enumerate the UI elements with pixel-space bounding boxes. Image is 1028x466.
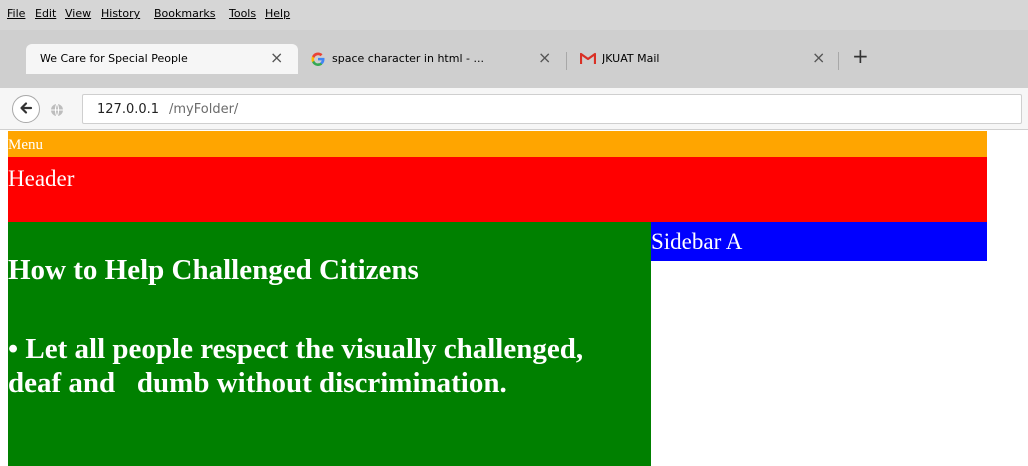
tab-strip: We Care for Special People × space chara… [0, 30, 1028, 88]
page-menu: Menu [8, 131, 987, 157]
tab-divider [838, 52, 839, 70]
site-info-icon[interactable] [50, 102, 64, 121]
gmail-icon [579, 52, 597, 68]
menu-tools[interactable]: Tools [229, 7, 256, 20]
new-tab-button[interactable]: + [852, 46, 869, 66]
tab-we-care[interactable]: We Care for Special People × [26, 44, 298, 74]
menu-edit[interactable]: Edit [35, 7, 56, 20]
google-icon [310, 51, 326, 70]
close-icon[interactable]: × [270, 50, 283, 66]
address-bar[interactable]: 127.0.0.1 /myFolder/ [82, 94, 1022, 124]
browser-menubar: File Edit View History Bookmarks Tools H… [0, 0, 1028, 30]
menu-help[interactable]: Help [265, 7, 290, 20]
tab-divider [566, 52, 567, 70]
menu-history[interactable]: History [101, 7, 140, 20]
tab-jkuat-mail[interactable]: JKUAT Mail × [570, 44, 840, 74]
close-icon[interactable]: × [812, 50, 825, 66]
navigation-bar: 127.0.0.1 /myFolder/ [0, 88, 1028, 130]
tab-title: JKUAT Mail [602, 52, 660, 65]
close-icon[interactable]: × [538, 50, 551, 66]
menu-bookmarks[interactable]: Bookmarks [154, 7, 215, 20]
menu-file[interactable]: File [7, 7, 25, 20]
tab-title: space character in html - ... [332, 52, 484, 65]
back-button[interactable] [12, 95, 40, 123]
tab-google-search[interactable]: space character in html - ... × [300, 44, 562, 74]
url-path: /myFolder/ [169, 102, 239, 117]
sidebar-a: Sidebar A [651, 222, 987, 261]
main-content: How to Help Challenged Citizens • Let al… [8, 222, 651, 466]
url-host: 127.0.0.1 [97, 102, 160, 117]
menu-view[interactable]: View [65, 7, 91, 20]
page-header: Header [8, 157, 987, 222]
main-bullet-text: • Let all people respect the visually ch… [8, 333, 591, 399]
back-arrow-icon [19, 100, 33, 119]
main-heading: How to Help Challenged Citizens [8, 254, 419, 286]
tab-title: We Care for Special People [40, 52, 188, 65]
